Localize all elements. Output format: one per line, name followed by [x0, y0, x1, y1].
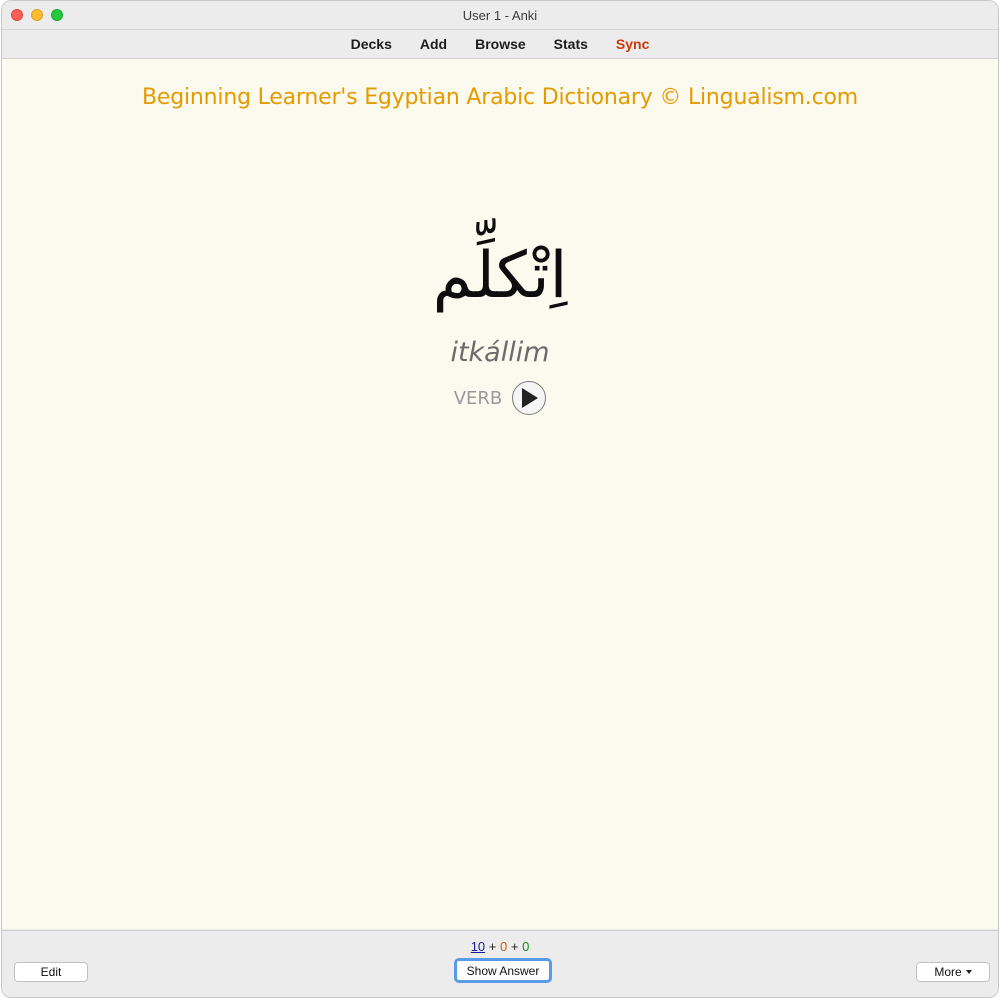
- play-icon: [522, 388, 539, 408]
- count-separator: +: [507, 939, 523, 954]
- title-bar: User 1 - Anki: [2, 1, 998, 30]
- play-audio-button[interactable]: [512, 381, 547, 415]
- minimize-window-button[interactable]: [31, 9, 43, 21]
- show-answer-label: Show Answer: [466, 963, 540, 978]
- close-window-button[interactable]: [11, 9, 23, 21]
- toolbar-add[interactable]: Add: [406, 36, 461, 52]
- main-toolbar: Decks Add Browse Stats Sync: [2, 30, 998, 59]
- arabic-word: اِتْكلِّم: [432, 239, 568, 313]
- due-counts: 10 + 0 + 0: [2, 939, 998, 954]
- edit-button-label: Edit: [40, 965, 62, 979]
- part-of-speech-row: VERB: [2, 381, 998, 415]
- count-separator: +: [485, 939, 500, 954]
- part-of-speech: VERB: [453, 387, 503, 409]
- window-title: User 1 - Anki: [462, 7, 538, 23]
- anki-window: User 1 - Anki Decks Add Browse Stats Syn…: [1, 0, 999, 998]
- edit-button[interactable]: Edit: [14, 962, 88, 982]
- more-button-label: More: [934, 965, 962, 979]
- card-view: Beginning Learner's Egyptian Arabic Dict…: [2, 59, 998, 929]
- toolbar-decks[interactable]: Decks: [337, 36, 406, 52]
- new-count: 10: [470, 939, 486, 954]
- more-button[interactable]: More: [916, 962, 990, 982]
- toolbar-browse[interactable]: Browse: [461, 36, 540, 52]
- toolbar-sync[interactable]: Sync: [602, 36, 663, 52]
- window-controls: [11, 9, 63, 21]
- dictionary-header: Beginning Learner's Egyptian Arabic Dict…: [142, 85, 858, 110]
- zoom-window-button[interactable]: [51, 9, 63, 21]
- toolbar-stats[interactable]: Stats: [540, 36, 602, 52]
- review-count: 0: [522, 939, 530, 954]
- transliteration: itkállim: [450, 337, 550, 368]
- bottom-bar: 10 + 0 + 0 Edit Show Answer More: [2, 930, 998, 997]
- show-answer-button[interactable]: Show Answer: [454, 958, 552, 983]
- caret-down-icon: [965, 970, 972, 974]
